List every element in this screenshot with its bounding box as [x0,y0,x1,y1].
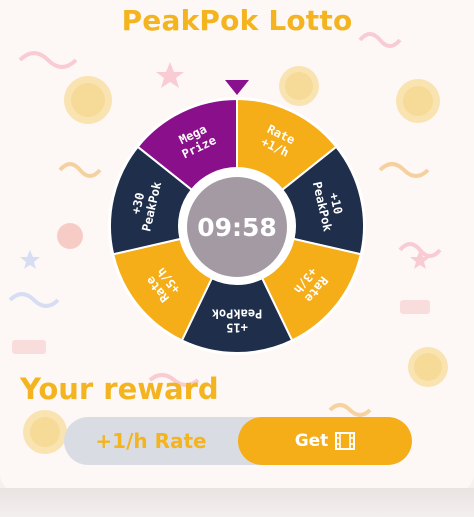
card-shadow [0,488,474,517]
reward-value: +1/h Rate [95,429,207,453]
spin-timer: 09:58 [187,177,287,277]
lotto-card: PeakPok Lotto MegaPrize Rate+1/h +10PeakPo… [0,0,474,492]
get-button[interactable]: Get [238,417,412,465]
page-title: PeakPok Lotto [121,4,353,37]
reward-heading: Your reward [20,372,219,406]
film-icon [335,432,356,450]
wheel-pointer-icon [225,80,249,95]
get-button-label: Get [294,431,329,451]
reward-bar: +1/h Rate Get [64,417,412,465]
